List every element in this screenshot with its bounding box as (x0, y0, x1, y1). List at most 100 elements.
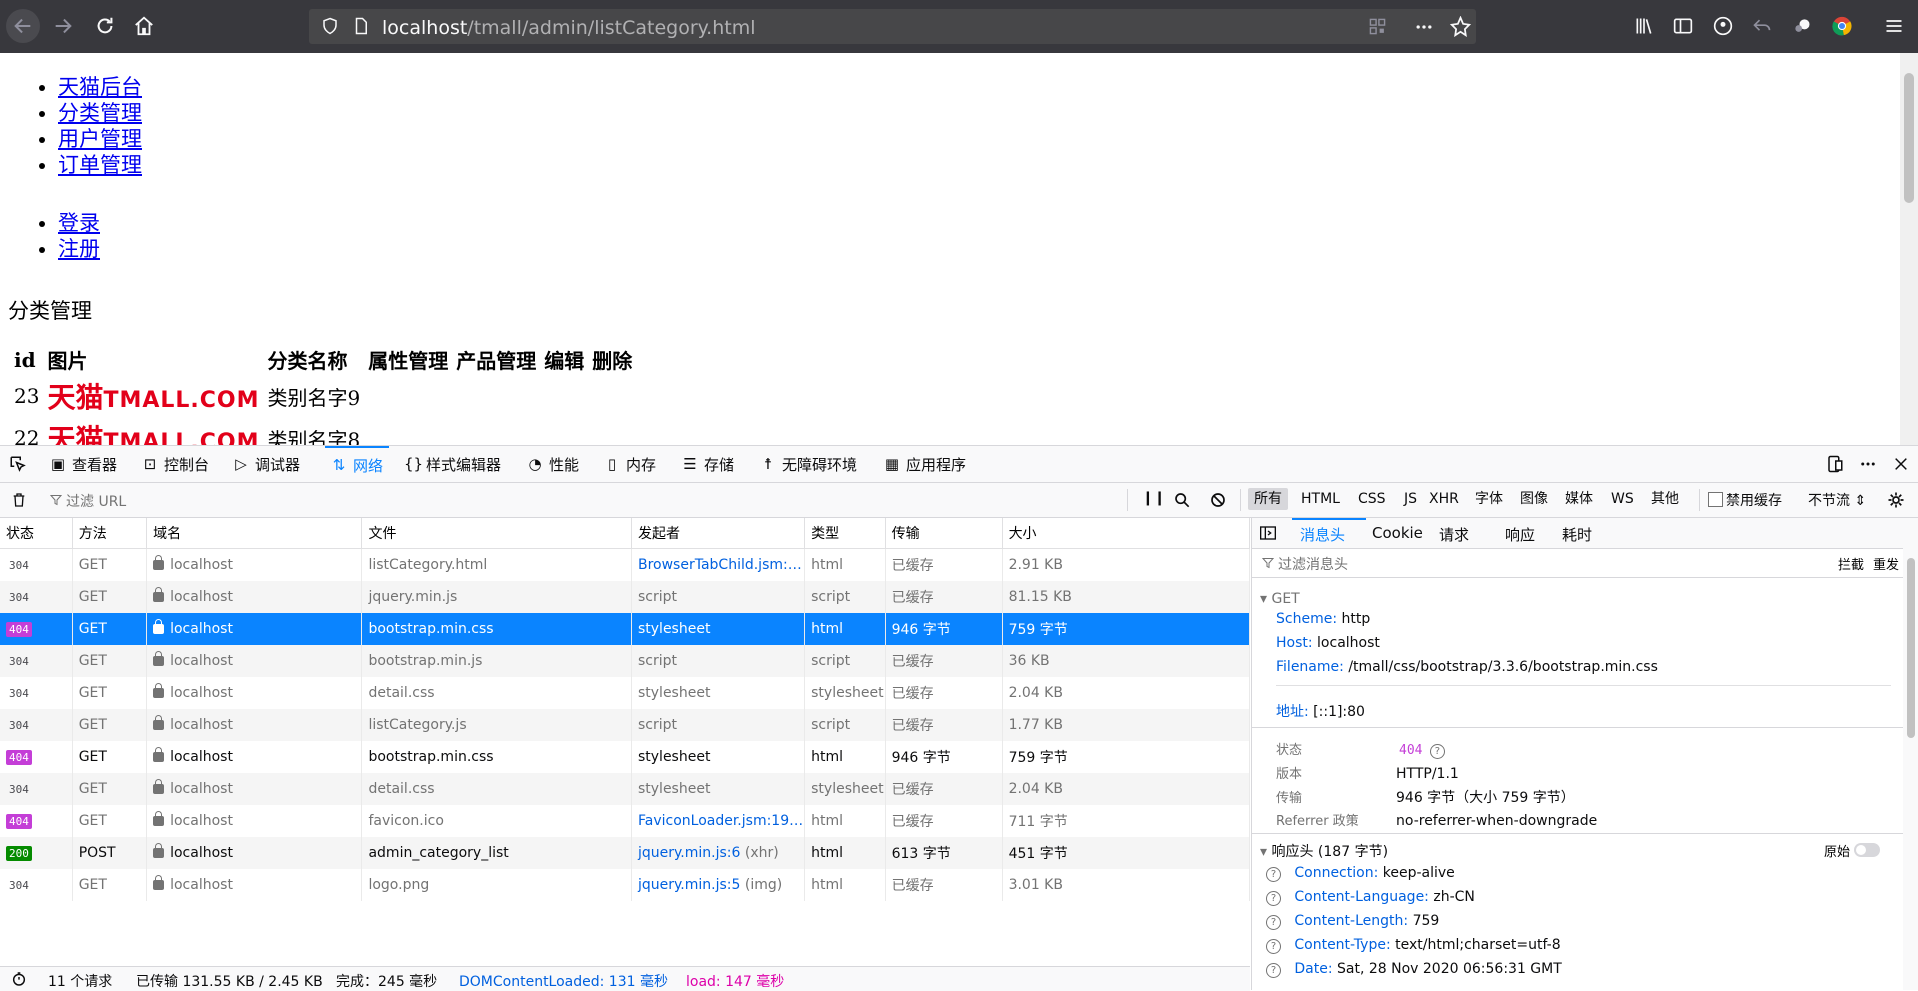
back-button[interactable] (6, 9, 40, 43)
pause-icon[interactable]: ❙❙ (1142, 490, 1165, 506)
filter-type-all[interactable]: 所有 (1248, 488, 1288, 510)
forward-button[interactable] (46, 9, 80, 43)
tab-request[interactable]: 请求 (1439, 524, 1469, 545)
request-row[interactable]: 404 GET localhost bootstrap.min.css styleshe… (0, 613, 1251, 645)
filter-type-html[interactable]: HTML (1295, 488, 1346, 510)
throttle-select[interactable]: 不节流 ⇕ (1808, 490, 1866, 510)
help-icon[interactable]: ? (1266, 867, 1281, 882)
block-button[interactable]: 拦截 (1838, 554, 1864, 573)
headers-filter-bar: 过滤消息头 拦截 重发 ⇕ (1252, 549, 1918, 578)
request-row[interactable]: 304 GET localhost listCategory.js script scri… (0, 709, 1251, 741)
scrollbar-thumb[interactable] (1904, 73, 1914, 203)
raw-toggle-switch[interactable] (1854, 843, 1880, 857)
bookmark-star-icon[interactable] (1450, 16, 1471, 37)
filter-type-media[interactable]: 媒体 (1559, 488, 1599, 510)
filter-type-font[interactable]: 字体 (1469, 488, 1509, 510)
help-icon[interactable]: ? (1266, 963, 1281, 978)
section-response-headers[interactable]: ▾ 响应头 (187 字节) (1260, 841, 1388, 861)
element-picker-icon[interactable] (9, 455, 27, 473)
request-row[interactable]: 304 GET localhost listCategory.html BrowserT… (0, 548, 1251, 581)
column-header-file[interactable]: 文件 (361, 518, 632, 549)
home-button[interactable] (127, 9, 161, 43)
request-initiator[interactable]: jquery.min.js:5 (img) (631, 869, 806, 901)
disable-cache-checkbox[interactable] (1708, 492, 1723, 507)
section-request-summary[interactable]: ▾ GET (1260, 591, 1300, 607)
help-icon[interactable]: ? (1266, 939, 1281, 954)
request-row[interactable]: 404 GET localhost favicon.ico FaviconLoader.… (0, 805, 1251, 837)
nav-link-login[interactable]: 登录 (58, 211, 100, 235)
help-icon[interactable]: ? (1266, 915, 1281, 930)
chrome-logo-icon[interactable] (1831, 15, 1853, 37)
tab-debugger[interactable]: ▷ 调试器 (233, 446, 300, 482)
tab-storage[interactable]: ☰ 存储 (682, 446, 734, 482)
details-scrollbar[interactable] (1903, 518, 1918, 990)
toggle-panel-icon[interactable] (1260, 526, 1276, 540)
request-row[interactable]: 304 GET localhost logo.png jquery.min.js:5 (… (0, 869, 1251, 901)
help-icon[interactable]: ? (1266, 891, 1281, 906)
tab-style-editor[interactable]: {} 样式编辑器 (404, 446, 501, 482)
tab-response[interactable]: 响应 (1505, 524, 1535, 545)
help-icon[interactable]: ? (1429, 744, 1445, 759)
more-options-icon[interactable] (1859, 455, 1877, 473)
extension-icon[interactable] (1792, 16, 1812, 36)
column-header-product: 产品管理 (456, 349, 537, 373)
request-initiator[interactable]: jquery.min.js:6 (xhr) (631, 837, 806, 869)
filter-type-js[interactable]: JS (1398, 488, 1423, 510)
column-header-initiator[interactable]: 发起者 (631, 518, 806, 549)
request-row[interactable]: 304 GET localhost detail.css stylesheet style… (0, 677, 1251, 709)
request-initiator[interactable]: BrowserTabChild.jsm:… (631, 548, 806, 581)
request-row[interactable]: 404 GET localhost bootstrap.min.css styleshe… (0, 741, 1251, 773)
block-icon[interactable] (1210, 492, 1226, 508)
filter-type-other[interactable]: 其他 (1645, 488, 1685, 510)
filter-headers-input[interactable]: 过滤消息头 (1278, 554, 1348, 574)
nav-link-admin-home[interactable]: 天猫后台 (58, 75, 142, 99)
search-icon[interactable] (1174, 492, 1190, 508)
tab-console[interactable]: ⊡ 控制台 (142, 446, 209, 482)
trash-icon[interactable] (11, 491, 27, 509)
tab-application[interactable]: ▦ 应用程序 (884, 446, 966, 482)
tab-network[interactable]: ⇅ 网络 (325, 446, 390, 482)
request-initiator[interactable]: FaviconLoader.jsm:19… (631, 805, 806, 837)
gear-icon[interactable] (1887, 491, 1905, 509)
request-row[interactable]: 304 GET localhost jquery.min.js script script… (0, 581, 1251, 613)
nav-link-category[interactable]: 分类管理 (58, 101, 142, 125)
tab-performance[interactable]: ◔ 性能 (527, 446, 579, 482)
column-header-size[interactable]: 大小 (1002, 518, 1251, 549)
qr-code-icon[interactable] (1369, 18, 1386, 35)
column-header-status[interactable]: 状态 (0, 518, 73, 549)
library-icon[interactable] (1634, 16, 1654, 36)
nav-link-register[interactable]: 注册 (58, 237, 100, 261)
account-icon[interactable] (1713, 16, 1733, 36)
sidebar-icon[interactable] (1673, 16, 1693, 36)
nav-link-users[interactable]: 用户管理 (58, 127, 142, 151)
filter-type-css[interactable]: CSS (1352, 488, 1392, 510)
request-row[interactable]: 304 GET localhost detail.css stylesheet style… (0, 773, 1251, 805)
column-header-domain[interactable]: 域名 (146, 518, 363, 549)
filter-url-input[interactable]: 过滤 URL (66, 491, 126, 511)
tab-headers[interactable]: 消息头 (1300, 524, 1345, 545)
filter-type-ws[interactable]: WS (1605, 488, 1640, 510)
more-dots-icon[interactable] (1414, 17, 1434, 37)
reload-button[interactable] (88, 9, 122, 43)
stopwatch-icon[interactable] (11, 971, 27, 987)
menu-hamburger-icon[interactable] (1884, 16, 1904, 36)
tab-timings[interactable]: 耗时 (1562, 524, 1592, 545)
responsive-mode-icon[interactable] (1826, 455, 1844, 473)
nav-link-orders[interactable]: 订单管理 (58, 153, 142, 177)
filter-type-xhr[interactable]: XHR (1423, 488, 1465, 510)
tab-cookies[interactable]: Cookie (1372, 524, 1423, 542)
tab-memory[interactable]: ▯ 内存 (604, 446, 656, 482)
close-icon[interactable] (1893, 456, 1909, 472)
undo-close-tab-icon[interactable] (1752, 16, 1772, 36)
filter-funnel-icon (1262, 558, 1274, 569)
tab-accessibility[interactable]: ☨ 无障碍环境 (760, 446, 857, 482)
page-scrollbar[interactable] (1900, 53, 1918, 445)
request-row[interactable]: 304 GET localhost bootstrap.min.js script scr… (0, 645, 1251, 677)
filter-type-image[interactable]: 图像 (1514, 488, 1554, 510)
column-header-type[interactable]: 类型 (804, 518, 886, 549)
tab-inspector[interactable]: ▣ 查看器 (50, 446, 117, 482)
column-header-transfer[interactable]: 传输 (885, 518, 1003, 549)
column-header-method[interactable]: 方法 (72, 518, 148, 549)
request-row[interactable]: 200 POST localhost admin_category_list jquer… (0, 837, 1251, 869)
url-bar[interactable]: localhost/tmall/admin/listCategory.html (309, 9, 1476, 44)
